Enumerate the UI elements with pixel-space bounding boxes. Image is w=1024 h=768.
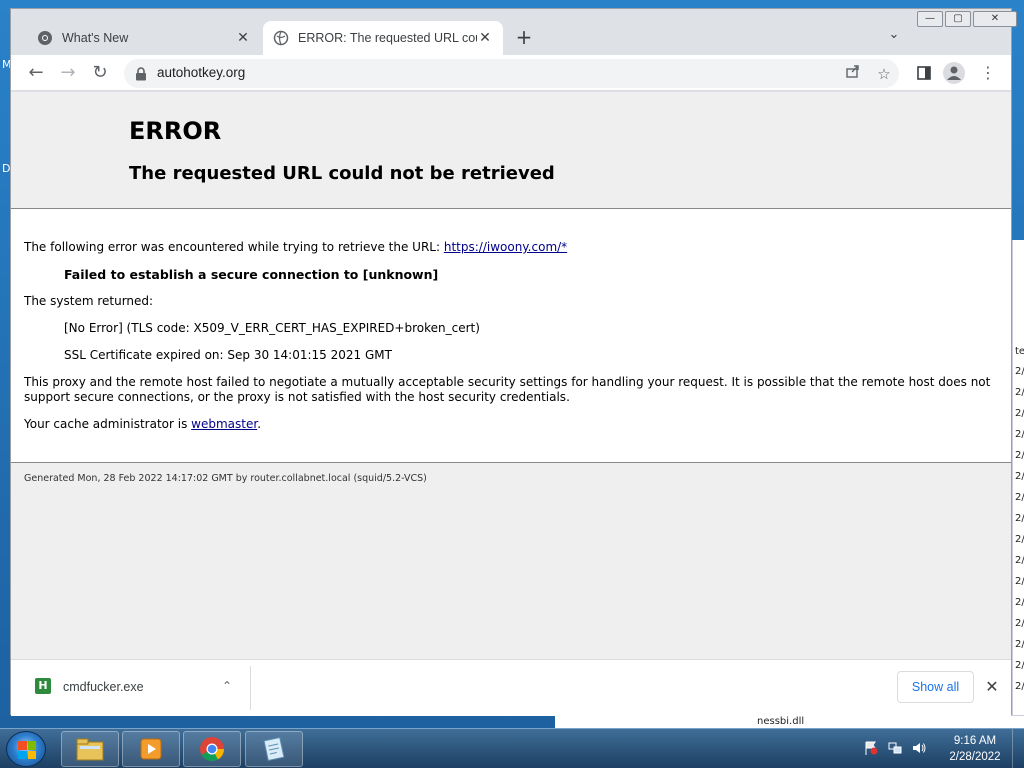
- explorer-row: 2/: [1015, 429, 1024, 440]
- taskbar: 9:16 AM 2/28/2022: [0, 728, 1024, 768]
- proxy-explanation-line-2: support secure connections, or the proxy…: [24, 390, 570, 404]
- exe-file-icon: H: [35, 678, 51, 694]
- explorer-row: te: [1015, 346, 1024, 357]
- explorer-row: 2/: [1015, 555, 1024, 566]
- failed-message: Failed to establish a secure connection …: [64, 267, 439, 282]
- tab-whats-new[interactable]: What's New ✕: [27, 21, 261, 55]
- close-download-bar-button[interactable]: ✕: [981, 676, 1003, 698]
- tab-title: ERROR: The requested URL could not be re…: [298, 31, 477, 45]
- explorer-row: 2/: [1015, 597, 1024, 608]
- system-returned-label: The system returned:: [24, 294, 154, 308]
- menu-kebab-icon[interactable]: ⋮: [975, 60, 1001, 86]
- page-footer: Generated Mon, 28 Feb 2022 14:17:02 GMT …: [11, 462, 1011, 659]
- explorer-window-peek: te 2/ 2/ 2/ 2/ 2/ 2/ 2/ 2/ 2/ 2/ 2/ 2/ 2…: [1012, 240, 1024, 728]
- explorer-row: 2/: [1015, 681, 1024, 692]
- tab-title: What's New: [62, 31, 129, 45]
- explorer-file-name: nessbi.dll: [757, 716, 805, 727]
- cache-admin-paragraph: Your cache administrator is webmaster.: [24, 417, 261, 432]
- tls-error-code: [No Error] (TLS code: X509_V_ERR_CERT_HA…: [64, 321, 480, 335]
- ssl-expiry-line: SSL Certificate expired on: Sep 30 14:01…: [64, 348, 392, 362]
- reload-button[interactable]: ↻: [86, 59, 114, 87]
- profile-icon[interactable]: [943, 62, 965, 84]
- explorer-row: 2/: [1015, 576, 1024, 587]
- action-center-flag-icon[interactable]: [862, 740, 880, 758]
- minimize-button[interactable]: —: [917, 11, 943, 27]
- clock-time: 9:16 AM: [953, 735, 997, 747]
- system-tray: [862, 729, 934, 768]
- explorer-row: 2/: [1015, 492, 1024, 503]
- explorer-bottom-strip: nessbi.dll: [555, 715, 1024, 728]
- bookmark-star-icon[interactable]: ☆: [873, 63, 895, 85]
- close-window-button[interactable]: ✕: [973, 11, 1017, 27]
- error-header: ERROR The requested URL could not be ret…: [11, 92, 1011, 209]
- globe-icon: [273, 30, 289, 46]
- intro-text: The following error was encountered whil…: [24, 240, 444, 254]
- tab-close-icon[interactable]: ✕: [235, 30, 251, 46]
- page-title: ERROR: [129, 117, 222, 145]
- explorer-row: 2/: [1015, 639, 1024, 650]
- explorer-row: 2/: [1015, 471, 1024, 482]
- explorer-icon[interactable]: [61, 731, 119, 767]
- address-bar-url[interactable]: autohotkey.org: [157, 65, 245, 80]
- back-button[interactable]: ←: [22, 59, 50, 87]
- download-separator: [250, 666, 251, 710]
- download-bar: H cmdfucker.exe ⌃ Show all ✕: [11, 659, 1011, 716]
- explorer-row: 2/: [1015, 387, 1024, 398]
- address-bar[interactable]: autohotkey.org ☆: [124, 59, 899, 88]
- browser-window: What's New ✕ ERROR: The requested URL co…: [10, 8, 1017, 716]
- start-button[interactable]: [6, 731, 46, 767]
- explorer-row: 2/: [1015, 450, 1024, 461]
- volume-icon[interactable]: [910, 740, 928, 758]
- proxy-explanation-line-1: This proxy and the remote host failed to…: [24, 375, 991, 389]
- show-all-button[interactable]: Show all: [897, 671, 974, 703]
- taskbar-clock[interactable]: 9:16 AM 2/28/2022: [940, 733, 1010, 765]
- explorer-row: 2/: [1015, 534, 1024, 545]
- explorer-row: 2/: [1015, 366, 1024, 377]
- maximize-button[interactable]: ▢: [945, 11, 971, 27]
- chevron-up-icon[interactable]: ⌃: [217, 676, 237, 696]
- media-player-icon[interactable]: [122, 731, 180, 767]
- page-subtitle: The requested URL could not be retrieved: [129, 163, 555, 184]
- requested-url-link[interactable]: https://iwoony.com/*: [444, 240, 567, 254]
- browser-toolbar: ← → ↻ autohotkey.org ☆ ⋮: [11, 55, 1011, 91]
- webmaster-link[interactable]: webmaster: [191, 417, 257, 431]
- download-file-name[interactable]: cmdfucker.exe: [63, 680, 144, 694]
- network-icon[interactable]: [886, 740, 904, 758]
- windows-logo-icon: [18, 741, 36, 759]
- explorer-row: 2/: [1015, 618, 1024, 629]
- notepad-icon[interactable]: [245, 731, 303, 767]
- explorer-row: 2/: [1015, 408, 1024, 419]
- generated-footer-text: Generated Mon, 28 Feb 2022 14:17:02 GMT …: [24, 473, 427, 484]
- new-tab-button[interactable]: +: [511, 25, 537, 51]
- window-controls: — ▢ ✕: [915, 11, 1017, 27]
- forward-button[interactable]: →: [54, 59, 82, 87]
- page-content: ERROR The requested URL could not be ret…: [11, 92, 1011, 659]
- side-panel-icon[interactable]: [911, 60, 937, 86]
- tab-close-icon[interactable]: ✕: [477, 30, 493, 46]
- tab-error[interactable]: ERROR: The requested URL could not be re…: [263, 21, 503, 55]
- cache-admin-text: Your cache administrator is: [24, 417, 192, 431]
- explorer-row: 2/: [1015, 513, 1024, 524]
- tab-search-button[interactable]: ⌄: [883, 27, 905, 49]
- chrome-favicon-icon: [37, 30, 53, 46]
- show-desktop-button[interactable]: [1012, 729, 1024, 768]
- tab-strip: What's New ✕ ERROR: The requested URL co…: [11, 9, 1017, 55]
- explorer-row: 2/: [1015, 660, 1024, 671]
- share-icon[interactable]: [842, 63, 864, 85]
- clock-date: 2/28/2022: [949, 751, 1001, 763]
- chrome-icon[interactable]: [183, 731, 241, 767]
- lock-icon[interactable]: [135, 66, 147, 81]
- cache-admin-period: .: [257, 417, 262, 431]
- intro-paragraph: The following error was encountered whil…: [24, 240, 567, 255]
